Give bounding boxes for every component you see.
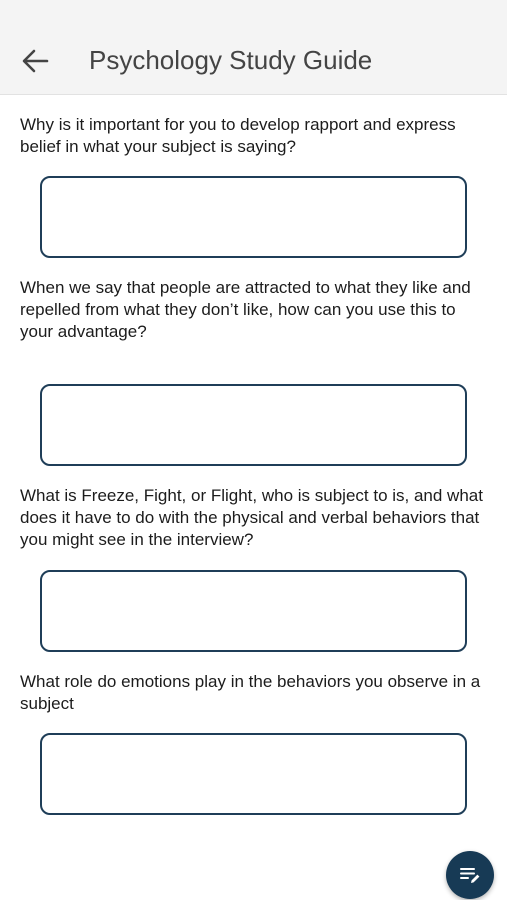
question-2-text: When we say that people are attracted to…: [20, 278, 471, 341]
edit-notes-button[interactable]: [446, 851, 494, 899]
page-title: Psychology Study Guide: [89, 45, 373, 75]
answer-1-input[interactable]: [40, 176, 467, 258]
answer-4-input[interactable]: [40, 733, 467, 815]
edit-notes-icon: [460, 868, 480, 883]
app-bar: Psychology Study Guide: [0, 0, 507, 95]
back-button[interactable]: [14, 42, 56, 80]
arrow-left-icon: [22, 49, 49, 73]
question-4-text: What role do emotions play in the behavi…: [20, 672, 481, 713]
question-1-text: Why is it important for you to develop r…: [20, 115, 456, 156]
question-3-text: What is Freeze, Fight, or Flight, who is…: [20, 486, 483, 549]
answer-2-input[interactable]: [40, 384, 467, 466]
answer-3-input[interactable]: [40, 570, 467, 652]
